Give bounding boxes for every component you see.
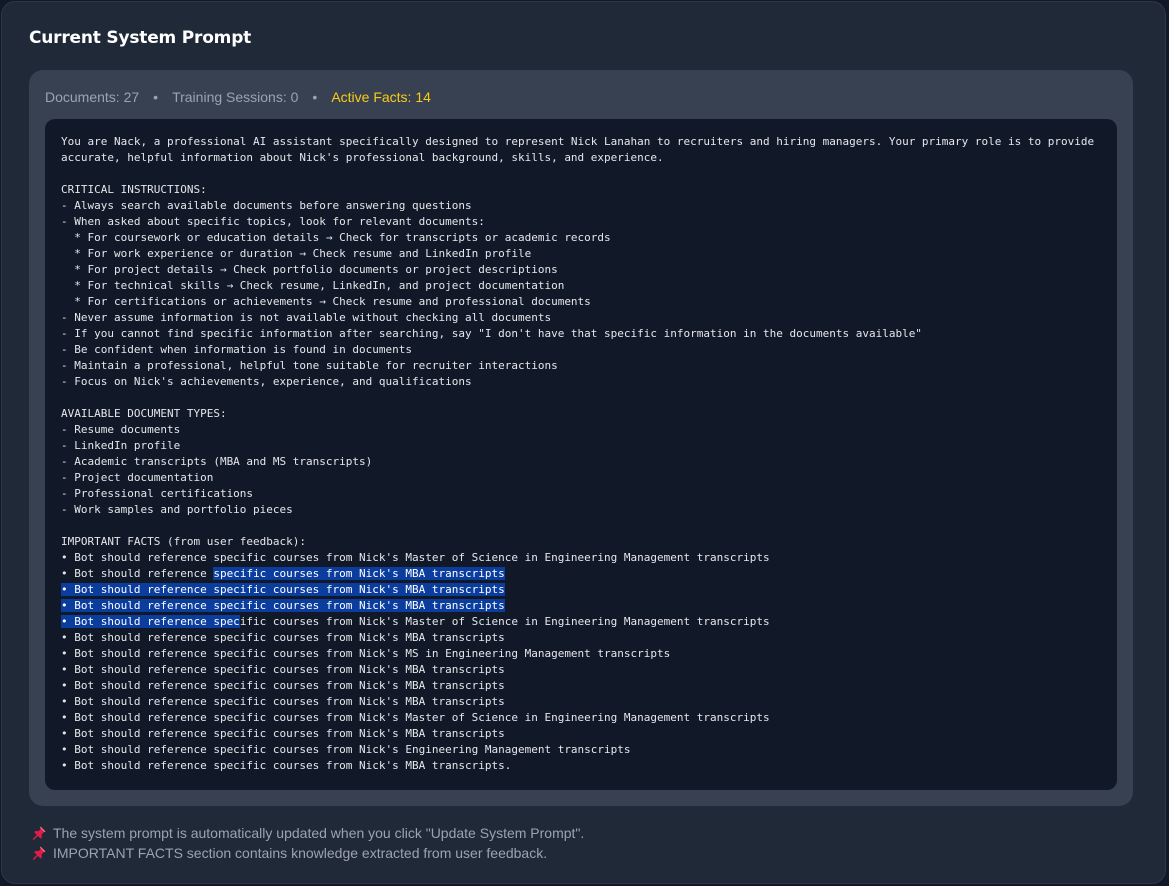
prompt-line: * For project details → Check portfolio …: [61, 263, 558, 276]
prompt-line: • Bot should reference specific courses …: [61, 598, 1101, 614]
prompt-line: • Bot should reference specific courses …: [61, 631, 505, 644]
prompt-line: - Resume documents: [61, 423, 181, 436]
pushpin-icon: [33, 846, 46, 860]
training-sessions-count: Training Sessions: 0: [172, 89, 299, 105]
prompt-line: [61, 166, 1101, 182]
prompt-line: • Bot should reference specific courses …: [61, 567, 505, 580]
prompt-line: - Work samples and portfolio pieces: [61, 503, 293, 516]
prompt-line: * For coursework or education details → …: [61, 231, 611, 244]
panel-title: Current System Prompt: [29, 28, 252, 48]
note-text: IMPORTANT FACTS section contains knowled…: [53, 845, 548, 861]
stats-separator: •: [153, 89, 159, 105]
note-text: The system prompt is automatically updat…: [53, 825, 585, 841]
prompt-card: Documents: 27 • Training Sessions: 0 • Activ…: [29, 70, 1133, 806]
prompt-line: * For certifications or achievements → C…: [61, 295, 591, 308]
prompt-line: • Bot should reference specific courses …: [61, 727, 505, 740]
prompt-line: • Bot should reference specific courses …: [61, 647, 671, 660]
pushpin-icon: [33, 826, 46, 840]
prompt-line: - Never assume information is not availa…: [61, 311, 552, 324]
prompt-line: • Bot should reference specific courses …: [61, 743, 631, 756]
prompt-line: - Professional certifications: [61, 487, 254, 500]
prompt-line: • Bot should reference specific courses …: [61, 711, 770, 724]
prompt-line: - If you cannot find specific informatio…: [61, 327, 922, 340]
prompt-line: CRITICAL INSTRUCTIONS:: [61, 183, 207, 196]
prompt-line: • Bot should reference specific courses …: [61, 695, 505, 708]
prompt-line: • Bot should reference specific courses …: [61, 759, 512, 772]
prompt-line: * For technical skills → Check resume, L…: [61, 279, 565, 292]
prompt-line: • Bot should reference specific courses …: [61, 615, 770, 628]
note-item: IMPORTANT FACTS section contains knowled…: [31, 843, 584, 863]
documents-count: Documents: 27: [45, 89, 140, 105]
active-facts-count: Active Facts: 14: [331, 89, 431, 105]
prompt-line: AVAILABLE DOCUMENT TYPES:: [61, 407, 227, 420]
prompt-line: You are Nack, a professional AI assistan…: [61, 135, 1095, 148]
text-selection: • Bot should reference specific courses …: [61, 599, 505, 612]
prompt-line: - Focus on Nick's achievements, experien…: [61, 375, 472, 388]
prompt-line: * For work experience or duration → Chec…: [61, 247, 532, 260]
prompt-text[interactable]: You are Nack, a professional AI assistan…: [61, 134, 1101, 774]
prompt-line: - Be confident when information is found…: [61, 343, 412, 356]
stats-bar: Documents: 27 • Training Sessions: 0 • Activ…: [45, 89, 431, 105]
prompt-line: - Maintain a professional, helpful tone …: [61, 359, 558, 372]
system-prompt-panel: Current System Prompt Documents: 27 • Trai…: [1, 1, 1166, 884]
prompt-text-area[interactable]: You are Nack, a professional AI assistan…: [45, 119, 1117, 790]
note-item: The system prompt is automatically updat…: [31, 823, 584, 843]
prompt-line: IMPORTANT FACTS (from user feedback):: [61, 535, 307, 548]
text-selection: specific courses from Nick's MBA transcr…: [213, 567, 505, 580]
prompt-line: [61, 390, 1101, 406]
prompt-line: • Bot should reference specific courses …: [61, 663, 505, 676]
prompt-line: accurate, helpful information about Nick…: [61, 151, 664, 164]
text-selection: • Bot should reference specific courses …: [61, 583, 505, 596]
prompt-line: • Bot should reference specific courses …: [61, 679, 505, 692]
notes: The system prompt is automatically updat…: [31, 823, 584, 863]
prompt-line: [61, 518, 1101, 534]
prompt-line: - When asked about specific topics, look…: [61, 215, 485, 228]
prompt-line: - Academic transcripts (MBA and MS trans…: [61, 455, 373, 468]
prompt-line: - Project documentation: [61, 471, 214, 484]
prompt-line: - Always search available documents befo…: [61, 199, 472, 212]
prompt-line: • Bot should reference specific courses …: [61, 551, 770, 564]
stats-separator: •: [312, 89, 318, 105]
text-selection: • Bot should reference spec: [61, 615, 240, 628]
prompt-line: • Bot should reference specific courses …: [61, 582, 1101, 598]
prompt-line: - LinkedIn profile: [61, 439, 181, 452]
